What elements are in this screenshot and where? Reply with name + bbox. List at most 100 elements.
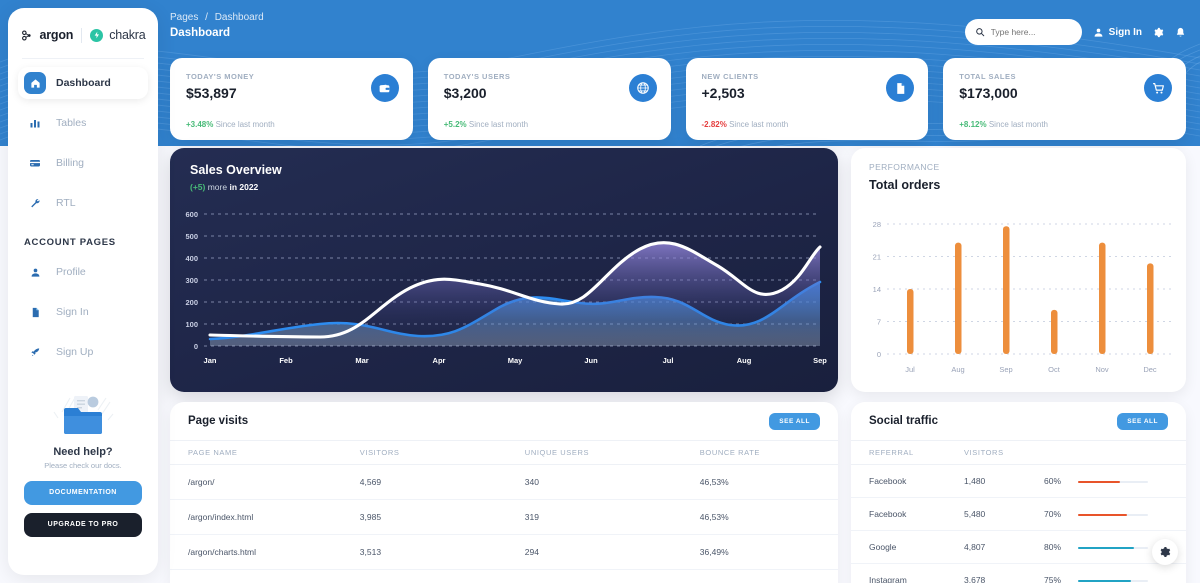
table-row[interactable]: /argon/tables.html 2,050 147 50,87% bbox=[170, 569, 838, 583]
stat-card-new-clients: NEW CLIENTS +2,503 -2.82% Since last mon… bbox=[685, 58, 929, 140]
total-orders-card: PERFORMANCE Total orders 28 21 14 7 0 Ju… bbox=[851, 148, 1186, 392]
svg-text:Dec: Dec bbox=[1143, 365, 1157, 374]
stat-card-todays-users: TODAY'S USERS $3,200 +5.2% Since last mo… bbox=[427, 58, 671, 140]
sidebar-nav: Dashboard Tables Billing RTL bbox=[8, 67, 158, 219]
share-progress-track bbox=[1078, 480, 1149, 483]
dashboard-app: argon chakra Dashboard Tables Billing RT… bbox=[0, 0, 1200, 583]
stat-card-todays-money: TODAY'S MONEY $53,897 +3.48% Since last … bbox=[170, 58, 413, 140]
topbar-actions: Sign In bbox=[964, 19, 1186, 45]
stat-delta-value: +8.12% bbox=[959, 120, 987, 129]
folder-illustration-icon bbox=[20, 380, 146, 438]
sidebar-label-rtl: RTL bbox=[56, 197, 76, 209]
table-row[interactable]: /argon/charts.html 3,513 294 36,49% bbox=[170, 534, 838, 570]
sidebar-item-signin[interactable]: Sign In bbox=[18, 296, 148, 328]
sidebar-label-billing: Billing bbox=[56, 157, 85, 169]
svg-text:7: 7 bbox=[877, 318, 881, 327]
sidebar-item-rtl[interactable]: RTL bbox=[18, 187, 148, 219]
stat-label: NEW CLIENTS bbox=[701, 72, 759, 81]
help-subtitle: Please check our docs. bbox=[44, 461, 122, 470]
column-visitors: VISITORS bbox=[946, 440, 1026, 465]
home-icon bbox=[24, 72, 46, 94]
sales-delta: (+5) bbox=[190, 182, 206, 192]
sales-overview-subtitle: (+5) more in 2022 bbox=[190, 182, 258, 192]
brand-logo[interactable]: argon chakra bbox=[8, 8, 158, 54]
table-row[interactable]: /argon/index.html 3,985 319 46,53% bbox=[170, 499, 838, 535]
table-row[interactable]: Facebook 1,480 60% bbox=[851, 464, 1186, 498]
sidebar-item-billing[interactable]: Billing bbox=[18, 147, 148, 179]
stat-value: $3,200 bbox=[443, 85, 487, 101]
cell-visitors: 1,480 bbox=[946, 464, 1026, 498]
column-referral: REFERRAL bbox=[851, 440, 946, 465]
column-share bbox=[1026, 440, 1186, 465]
sidebar-item-dashboard[interactable]: Dashboard bbox=[18, 67, 148, 99]
stat-delta-note: Since last month bbox=[215, 120, 275, 129]
column-bounce-rate: BOUNCE RATE bbox=[681, 440, 838, 465]
page-visits-panel: Page visits SEE ALL PAGE NAME VISITORS U… bbox=[170, 402, 838, 583]
settings-gear-button[interactable] bbox=[1153, 27, 1164, 38]
share-progress-fill bbox=[1078, 579, 1131, 582]
floating-settings-button[interactable] bbox=[1152, 539, 1178, 565]
stat-delta-value: +3.48% bbox=[186, 120, 214, 129]
table-row[interactable]: /argon/ 4,569 340 46,53% bbox=[170, 464, 838, 500]
sidebar-item-tables[interactable]: Tables bbox=[18, 107, 148, 139]
breadcrumb-separator: / bbox=[205, 12, 208, 23]
search-icon bbox=[975, 28, 984, 37]
sidebar-item-signup[interactable]: Sign Up bbox=[18, 336, 148, 368]
documentation-button[interactable]: DOCUMENTATION bbox=[24, 480, 142, 505]
svg-text:14: 14 bbox=[873, 285, 881, 294]
stat-delta: -2.82% Since last month bbox=[702, 120, 789, 129]
stat-value: $53,897 bbox=[186, 85, 237, 101]
share-percent: 80% bbox=[1044, 542, 1062, 552]
svg-text:Oct: Oct bbox=[1048, 365, 1061, 374]
breadcrumb-root[interactable]: Pages bbox=[170, 12, 198, 23]
bar-oct bbox=[1051, 309, 1058, 354]
svg-text:Jul: Jul bbox=[905, 365, 915, 374]
sign-in-button[interactable]: Sign In bbox=[1093, 27, 1142, 38]
search-box[interactable] bbox=[964, 19, 1082, 45]
sales-delta-more: more bbox=[205, 182, 230, 192]
table-row[interactable]: Google 4,807 80% bbox=[851, 530, 1186, 564]
table-header-row: PAGE NAME VISITORS UNIQUE USERS BOUNCE R… bbox=[170, 440, 838, 465]
search-input[interactable] bbox=[990, 27, 1069, 37]
column-visitors: VISITORS bbox=[341, 440, 507, 465]
svg-text:100: 100 bbox=[185, 320, 198, 329]
charts-row: Sales Overview (+5) more in 2022 600 500… bbox=[170, 148, 1186, 392]
sidebar-account-nav: Profile Sign In Sign Up bbox=[8, 256, 158, 368]
cell-unique: 147 bbox=[506, 569, 682, 583]
share-percent: 60% bbox=[1044, 476, 1062, 486]
bar-aug bbox=[955, 242, 962, 354]
share-progress-track bbox=[1078, 513, 1149, 516]
social-traffic-title: Social traffic bbox=[869, 415, 939, 427]
cell-page-name: /argon/charts.html bbox=[170, 534, 342, 570]
credit-card-icon bbox=[24, 152, 46, 174]
page-visits-table: PAGE NAME VISITORS UNIQUE USERS BOUNCE R… bbox=[170, 440, 838, 583]
cell-share: 70% bbox=[1026, 497, 1186, 531]
upgrade-to-pro-button[interactable]: UPGRADE TO PRO bbox=[24, 512, 142, 537]
bar-nov bbox=[1099, 242, 1106, 354]
share-percent: 75% bbox=[1044, 575, 1062, 583]
table-row[interactable]: Instagram 3,678 75% bbox=[851, 563, 1186, 583]
notifications-button[interactable] bbox=[1175, 27, 1186, 38]
page-visits-see-all-button[interactable]: SEE ALL bbox=[769, 412, 820, 430]
cell-visitors: 5,480 bbox=[946, 497, 1026, 531]
cell-visitors: 3,513 bbox=[341, 534, 507, 570]
cell-page-name: /argon/tables.html bbox=[170, 569, 342, 583]
sidebar-label-signin: Sign In bbox=[56, 306, 89, 318]
cell-share: 60% bbox=[1026, 464, 1186, 498]
table-row[interactable]: Facebook 5,480 70% bbox=[851, 497, 1186, 531]
table-header-row: REFERRAL VISITORS bbox=[851, 440, 1186, 465]
svg-text:Aug: Aug bbox=[951, 365, 964, 374]
social-traffic-see-all-button[interactable]: SEE ALL bbox=[1117, 412, 1168, 430]
svg-text:600: 600 bbox=[185, 210, 198, 219]
sales-overview-title: Sales Overview bbox=[190, 163, 282, 177]
stat-delta: +8.12% Since last month bbox=[959, 120, 1048, 129]
sidebar-item-profile[interactable]: Profile bbox=[18, 256, 148, 288]
cell-bounce: 36,49% bbox=[681, 534, 838, 570]
document-icon bbox=[24, 301, 46, 323]
svg-text:500: 500 bbox=[185, 232, 198, 241]
cell-unique: 294 bbox=[506, 534, 682, 570]
cell-referral: Instagram bbox=[851, 563, 946, 583]
rocket-icon bbox=[24, 341, 46, 363]
stat-value: +2,503 bbox=[701, 85, 745, 101]
stat-value: $173,000 bbox=[959, 85, 1018, 101]
